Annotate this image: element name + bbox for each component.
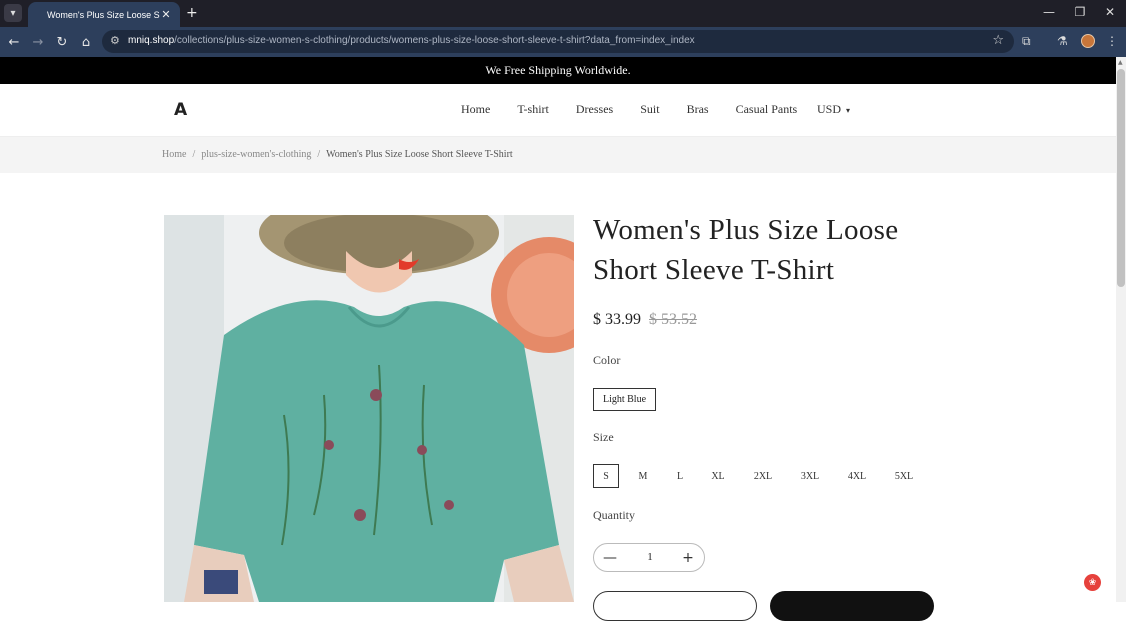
site-header: A Home T-shirt Dresses Suit Bras Casual … (0, 84, 1116, 137)
quantity-input[interactable]: 1 (630, 551, 670, 563)
size-label: Size (593, 430, 614, 444)
labs-icon[interactable]: ⚗ (1057, 34, 1068, 48)
reload-icon[interactable]: ↻ (53, 33, 71, 51)
size-option-5xl[interactable]: 5XL (890, 464, 918, 488)
nav-dresses[interactable]: Dresses (576, 102, 613, 117)
restore-icon[interactable]: ❐ (1072, 5, 1088, 19)
size-option-2xl[interactable]: 2XL (749, 464, 777, 488)
back-icon[interactable]: ← (5, 33, 23, 51)
minimize-icon[interactable]: — (1041, 5, 1057, 19)
currency-selector[interactable]: USD ▾ (817, 102, 850, 117)
scrollbar-thumb[interactable] (1117, 69, 1125, 287)
profile-avatar[interactable] (1081, 34, 1095, 48)
product-photo-illustration (164, 215, 574, 602)
breadcrumb-current: Women's Plus Size Loose Short Sleeve T-S… (326, 149, 513, 160)
home-icon[interactable]: ⌂ (77, 33, 95, 51)
floating-widget-icon[interactable]: ❀ (1084, 574, 1101, 591)
nav-suit[interactable]: Suit (640, 102, 659, 117)
product-image[interactable] (164, 215, 574, 602)
size-option-l[interactable]: L (667, 464, 693, 488)
breadcrumb-separator: / (317, 149, 321, 160)
browser-menu-icon[interactable]: ⋮ (1106, 34, 1118, 48)
new-tab-button[interactable]: + (186, 5, 198, 21)
breadcrumb-bar: Home / plus-size-women's-clothing / Women's … (0, 137, 1116, 173)
add-to-cart-button[interactable] (593, 591, 757, 621)
page-scrollbar[interactable]: ▲ (1116, 57, 1126, 602)
compare-price: $ 53.52 (649, 311, 697, 328)
breadcrumb-category[interactable]: plus-size-women's-clothing (201, 149, 311, 160)
nav-casual-pants[interactable]: Casual Pants (736, 102, 798, 117)
breadcrumb-home[interactable]: Home (162, 149, 186, 160)
buy-now-button[interactable] (770, 591, 934, 621)
nav-home[interactable]: Home (461, 102, 490, 117)
size-option-m[interactable]: M (630, 464, 656, 488)
quantity-increase-icon[interactable]: + (678, 548, 698, 568)
quantity-stepper: — 1 + (593, 543, 705, 572)
nav-bras[interactable]: Bras (687, 102, 709, 117)
main-nav: Home T-shirt Dresses Suit Bras Casual Pa… (461, 102, 824, 117)
size-option-4xl[interactable]: 4XL (843, 464, 871, 488)
product-price: $ 33.99 (593, 311, 641, 328)
chevron-down-icon: ▾ (846, 106, 851, 115)
product-title: Women's Plus Size Loose Short Sleeve T-S… (593, 214, 899, 286)
url-text[interactable]: mniq.shop/collections/plus-size-women-s-… (128, 35, 695, 46)
url-domain: mniq.shop (128, 35, 175, 46)
size-option-3xl[interactable]: 3XL (796, 464, 824, 488)
close-tab-icon[interactable]: ✕ (160, 8, 172, 21)
breadcrumb-separator: / (192, 149, 196, 160)
forward-icon[interactable]: → (29, 33, 47, 51)
announcement-text: We Free Shipping Worldwide. (485, 63, 631, 77)
close-window-icon[interactable]: ✕ (1102, 5, 1118, 19)
browser-toolbar: ← → ↻ ⌂ ⚙ mniq.shop/collections/plus-siz… (0, 27, 1126, 57)
browser-tab-bar: ▾ Women's Plus Size Loose Short Sleeve T… (0, 0, 1126, 27)
site-logo[interactable]: A (174, 100, 187, 120)
tab-title: Women's Plus Size Loose Short Sleeve T-S… (47, 9, 160, 20)
tab-list-button[interactable]: ▾ (4, 4, 22, 22)
browser-tab[interactable]: Women's Plus Size Loose Short Sleeve T-S… (28, 2, 180, 27)
quantity-label: Quantity (593, 508, 635, 522)
quantity-decrease-icon[interactable]: — (600, 548, 620, 568)
size-option-s[interactable]: S (593, 464, 619, 488)
nav-t-shirt[interactable]: T-shirt (517, 102, 549, 117)
extensions-icon[interactable]: ⧉ (1022, 34, 1031, 49)
color-label: Color (593, 353, 621, 367)
address-bar[interactable]: ⚙ mniq.shop/collections/plus-size-women-… (102, 30, 1014, 53)
color-option-light-blue[interactable]: Light Blue (593, 388, 656, 411)
url-path: /collections/plus-size-women-s-clothing/… (174, 35, 695, 46)
currency-value: USD (817, 102, 842, 116)
announcement-bar: We Free Shipping Worldwide. (0, 57, 1116, 84)
bookmark-star-icon[interactable]: ☆ (992, 33, 1004, 48)
breadcrumb: Home / plus-size-women's-clothing / Women's … (162, 149, 513, 160)
site-info-icon[interactable]: ⚙ (110, 34, 120, 47)
scroll-up-icon[interactable]: ▲ (1118, 59, 1123, 66)
size-option-xl[interactable]: XL (705, 464, 731, 488)
